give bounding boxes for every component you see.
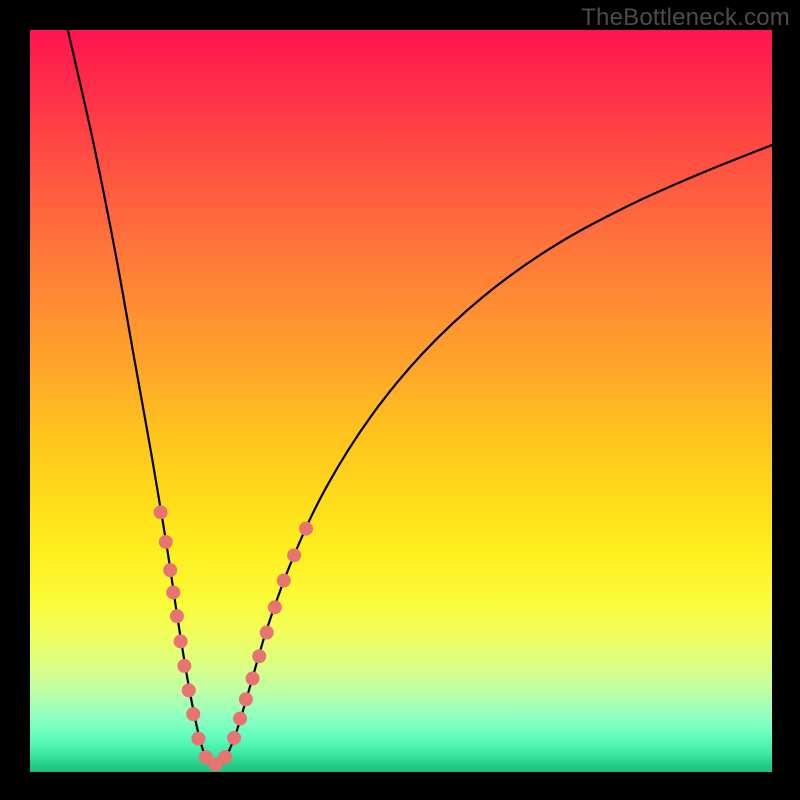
data-dot: [233, 712, 247, 726]
data-dot: [227, 731, 241, 745]
plot-area: [30, 30, 772, 772]
data-dot: [166, 585, 180, 599]
watermark-text: TheBottleneck.com: [581, 4, 790, 32]
data-dot: [246, 672, 260, 686]
data-dot: [218, 750, 232, 764]
chart-frame: TheBottleneck.com: [0, 0, 800, 800]
data-dot: [191, 732, 205, 746]
data-dot: [159, 535, 173, 549]
bottleneck-curve: [68, 30, 772, 767]
data-dot: [252, 649, 266, 663]
chart-svg: [30, 30, 772, 772]
data-dot: [268, 600, 282, 614]
data-dot: [174, 634, 188, 648]
data-dot: [177, 659, 191, 673]
data-dot: [170, 609, 184, 623]
data-dot: [186, 707, 200, 721]
data-dot: [299, 522, 313, 536]
data-dot: [163, 563, 177, 577]
data-dot: [182, 683, 196, 697]
data-dot: [239, 692, 253, 706]
dots-layer: [154, 505, 313, 771]
data-dot: [277, 574, 291, 588]
data-dot: [260, 626, 274, 640]
data-dot: [154, 505, 168, 519]
data-dot: [287, 548, 301, 562]
